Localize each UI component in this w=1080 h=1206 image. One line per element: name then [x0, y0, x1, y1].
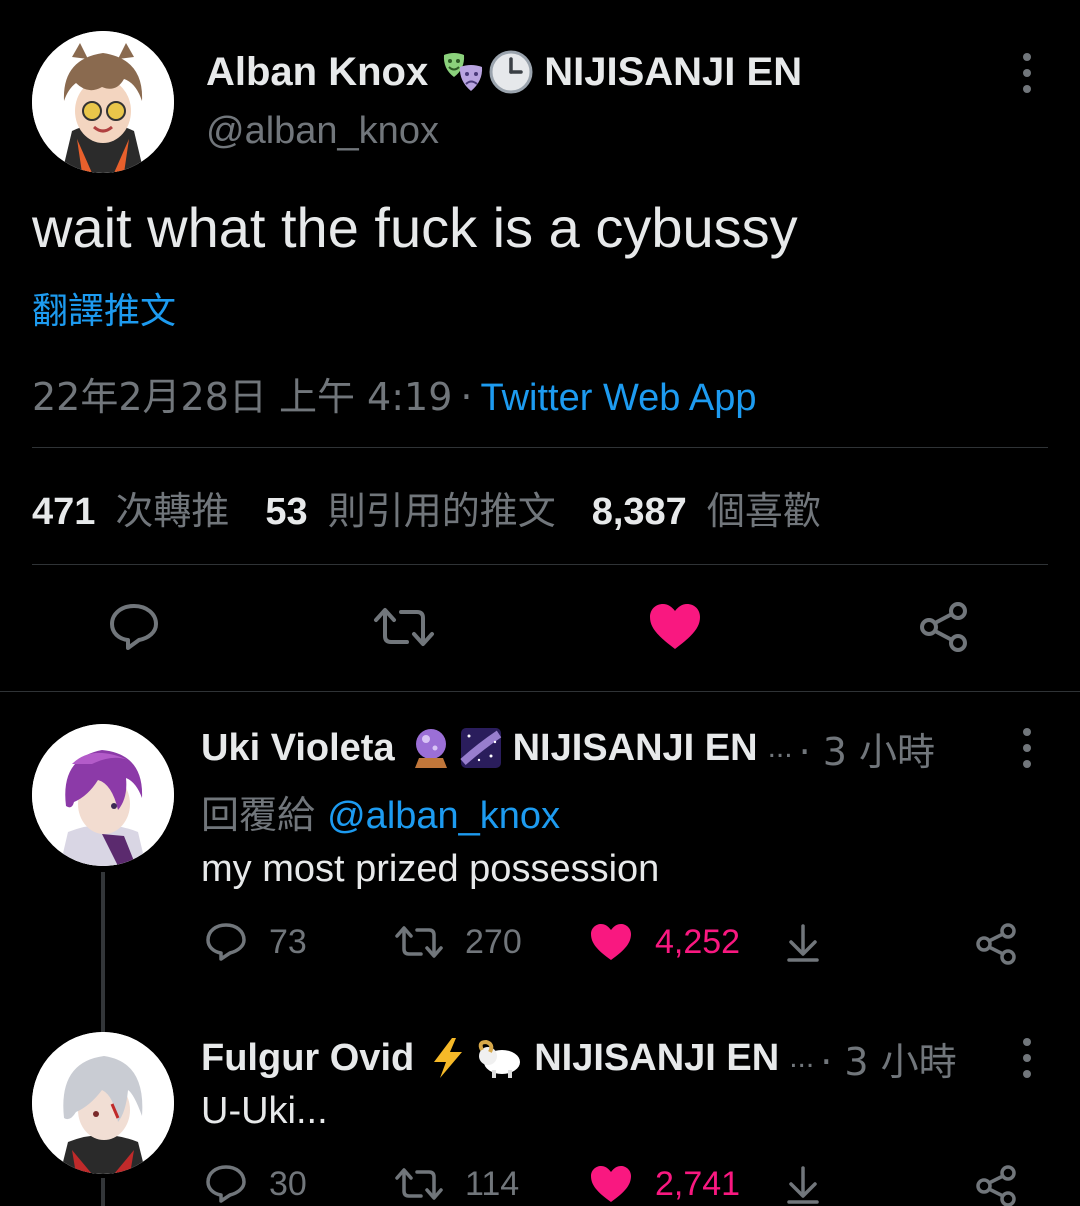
- reply-count: 30: [269, 1164, 307, 1203]
- quotes-count[interactable]: 53: [265, 491, 307, 534]
- heart-icon-filled: [591, 924, 631, 960]
- share-icon: [976, 1165, 1016, 1206]
- reply-text: my most prized possession: [201, 848, 660, 890]
- reply-icon: [206, 1165, 246, 1203]
- more-options-icon[interactable]: [1021, 1038, 1033, 1078]
- display-name[interactable]: Alban Knox: [206, 50, 428, 95]
- bookmark-button[interactable]: [783, 922, 845, 964]
- milky-way-icon: [459, 726, 503, 770]
- crystal-ball-icon: [409, 726, 453, 770]
- avatar[interactable]: [32, 724, 174, 866]
- reply-icon: [206, 923, 246, 961]
- replying-to: 回覆給 @alban_knox: [201, 784, 560, 839]
- reply-time[interactable]: · 3 小時: [820, 1031, 956, 1086]
- main-tweet: Alban Knox NIJISANJI EN @alban_knox wait…: [0, 0, 1080, 692]
- mention-link[interactable]: @alban_knox: [327, 795, 560, 837]
- heart-icon-filled[interactable]: [648, 602, 702, 657]
- divider: [32, 447, 1048, 448]
- reply-count: 73: [269, 922, 307, 961]
- retweet-count: 270: [465, 922, 522, 961]
- clock-icon: [488, 49, 534, 95]
- more-options-icon[interactable]: [1021, 53, 1033, 93]
- thread-line: [101, 1178, 105, 1206]
- thread-line: [101, 872, 105, 1032]
- like-button[interactable]: 4,252: [589, 922, 740, 962]
- separator: ·: [460, 375, 473, 419]
- affiliation: NIJISANJI EN: [534, 1036, 780, 1079]
- reply-button[interactable]: 30: [205, 1164, 307, 1204]
- timestamp[interactable]: 22年2月28日 上午 4:19: [32, 375, 452, 419]
- theater-masks-icon: [440, 49, 486, 95]
- retweet-button[interactable]: 270: [395, 922, 522, 962]
- more-options-icon[interactable]: [1021, 728, 1033, 768]
- ram-icon: [474, 1036, 524, 1080]
- retweet-icon: [395, 1168, 443, 1200]
- replying-to-label: 回覆給: [201, 793, 316, 837]
- tweet-detail-page: Alban Knox NIJISANJI EN @alban_knox wait…: [0, 0, 1080, 1206]
- reply-tweet[interactable]: Fulgur Ovid NIJISANJI EN ... · 3 小時 U-Uk…: [0, 1032, 1080, 1206]
- retweets-label[interactable]: 次轉推: [115, 480, 229, 535]
- retweets-count[interactable]: 471: [32, 491, 95, 534]
- tweet-text: wait what the fuck is a cybussy: [32, 196, 798, 259]
- affiliation: NIJISANJI EN: [512, 726, 758, 769]
- retweet-button[interactable]: 114: [395, 1164, 519, 1204]
- display-name[interactable]: Fulgur Ovid: [201, 1037, 414, 1080]
- display-name[interactable]: Uki Violeta: [201, 727, 395, 770]
- share-button[interactable]: [975, 1164, 1041, 1206]
- share-icon[interactable]: [918, 600, 972, 659]
- handle[interactable]: @alban_knox: [206, 110, 439, 153]
- reply-header: Fulgur Ovid NIJISANJI EN ... · 3 小時: [201, 1032, 957, 1084]
- reply-icon[interactable]: [108, 602, 160, 657]
- display-name-row: Alban Knox NIJISANJI EN: [206, 46, 802, 98]
- quotes-label[interactable]: 則引用的推文: [328, 480, 556, 535]
- avatar[interactable]: [32, 31, 174, 173]
- tweet-stats: 471 次轉推 53 則引用的推文 8,387 個喜歡: [32, 480, 857, 535]
- translate-tweet-link[interactable]: 翻譯推文: [32, 282, 176, 334]
- reply-time[interactable]: · 3 小時: [799, 721, 935, 776]
- share-icon: [976, 923, 1016, 965]
- retweet-count: 114: [465, 1164, 520, 1203]
- like-count: 4,252: [655, 922, 741, 961]
- reply-actions: 73 270 4,252: [201, 922, 1041, 970]
- tweet-meta: 22年2月28日 上午 4:19 · Twitter Web App: [32, 366, 756, 421]
- lightning-icon: [428, 1036, 468, 1080]
- download-arrow-icon: [787, 1166, 819, 1204]
- reply-button[interactable]: 73: [205, 922, 307, 962]
- reply-tweet[interactable]: Uki Violeta NIJISANJI EN ... · 3 小時 回覆給 …: [0, 692, 1080, 1032]
- heart-icon-filled: [591, 1166, 631, 1202]
- truncation-ellipsis: ...: [789, 1041, 815, 1074]
- share-button[interactable]: [975, 922, 1041, 966]
- retweet-icon: [395, 926, 443, 958]
- download-arrow-icon: [787, 924, 819, 962]
- likes-count[interactable]: 8,387: [592, 491, 687, 534]
- reply-text: U-Uki...: [201, 1090, 328, 1132]
- like-button[interactable]: 2,741: [589, 1164, 740, 1204]
- divider: [32, 564, 1048, 565]
- avatar[interactable]: [32, 1032, 174, 1174]
- like-count: 2,741: [655, 1164, 741, 1203]
- bookmark-button[interactable]: [783, 1164, 845, 1206]
- reply-actions: 30 114 2,741: [201, 1164, 1041, 1206]
- affiliation: NIJISANJI EN: [544, 49, 803, 94]
- likes-label[interactable]: 個喜歡: [707, 480, 821, 535]
- truncation-ellipsis: ...: [767, 731, 793, 764]
- source-link[interactable]: Twitter Web App: [480, 377, 756, 419]
- retweet-icon[interactable]: [373, 602, 435, 657]
- reply-header: Uki Violeta NIJISANJI EN ... · 3 小時: [201, 722, 935, 774]
